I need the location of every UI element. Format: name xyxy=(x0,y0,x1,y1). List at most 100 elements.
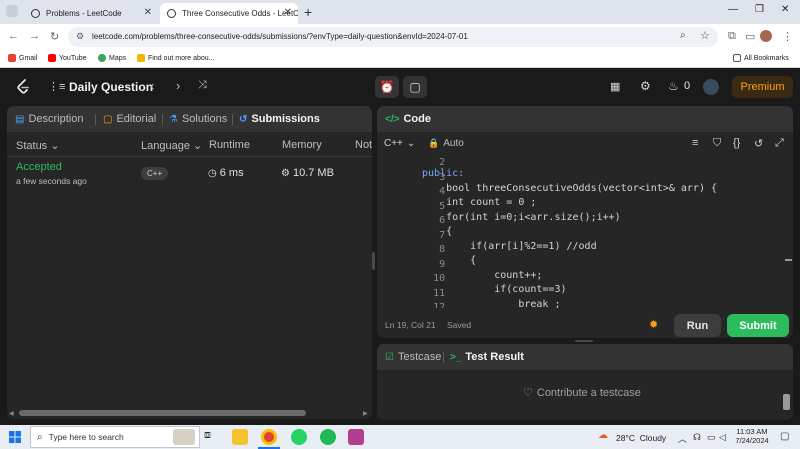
file-explorer-icon[interactable] xyxy=(232,429,248,445)
timer-icon[interactable]: ⏰ xyxy=(375,76,399,98)
language-select[interactable]: C++ ⌄ xyxy=(384,138,415,149)
code-editor[interactable]: 2 public: 3 bool threeConsecutiveOdds(ve… xyxy=(377,150,782,308)
scrollbar-thumb[interactable] xyxy=(19,410,306,416)
new-tab-button[interactable]: + xyxy=(304,4,312,20)
bookmark-gmail[interactable]: Gmail xyxy=(8,54,37,62)
chrome-icon[interactable] xyxy=(261,429,277,445)
bookmark-youtube[interactable]: YouTube xyxy=(48,54,87,62)
notes-icon[interactable]: ▢ xyxy=(403,76,427,98)
description-icon: ▤ xyxy=(15,113,25,125)
spotify-icon[interactable] xyxy=(320,429,336,445)
tab-submissions[interactable]: ↺ Submissions xyxy=(239,113,320,125)
saved-status: Saved xyxy=(447,320,472,330)
heart-icon: ♡ xyxy=(523,387,533,399)
user-avatar[interactable] xyxy=(703,79,719,95)
tab-title: Three Consecutive Odds - LeetC xyxy=(182,9,298,18)
bookmark-maps[interactable]: Maps xyxy=(98,54,126,62)
code-line: 6 { xyxy=(377,204,452,237)
code-line: 10 if(count==3) xyxy=(377,262,566,295)
app-icon[interactable] xyxy=(348,429,364,445)
shuffle-icon[interactable]: ⤨ xyxy=(198,79,207,92)
debug-bug-icon[interactable]: ✹ xyxy=(649,318,658,331)
site-info-icon[interactable]: ⚙ xyxy=(76,31,84,42)
scroll-right-icon[interactable]: ▶ xyxy=(363,410,368,417)
submission-status-accepted[interactable]: Accepted xyxy=(16,161,62,173)
battery-icon[interactable]: ▭ xyxy=(707,432,716,443)
submit-button[interactable]: Submit xyxy=(727,314,789,337)
fullscreen-icon[interactable]: ⤢ xyxy=(775,137,784,150)
weather-icon[interactable]: ☁ xyxy=(598,430,608,441)
daily-question-title[interactable]: Daily Question xyxy=(69,80,153,94)
run-button[interactable]: Run xyxy=(674,314,721,337)
auto-mode-toggle[interactable]: 🔒 Auto xyxy=(428,138,464,149)
show-hidden-icons[interactable]: ︿ xyxy=(678,432,687,445)
leetcode-logo-icon[interactable] xyxy=(16,79,30,95)
line-number: 7 xyxy=(439,229,446,241)
browser-tab-problems[interactable]: Problems - LeetCode ✕ xyxy=(24,3,158,24)
restore-icon[interactable]: ❐ xyxy=(755,4,764,15)
bookmark-find-out-more[interactable]: Find out more abou... xyxy=(137,54,215,62)
horizontal-scrollbar[interactable]: ◀ ▶ xyxy=(9,408,370,417)
back-icon[interactable]: ← xyxy=(8,30,19,42)
runtime-text: 6 ms xyxy=(219,167,244,179)
problem-list-icon[interactable]: ⋮≡ xyxy=(48,80,65,93)
scroll-left-icon[interactable]: ◀ xyxy=(9,410,14,417)
scrollbar-thumb[interactable] xyxy=(785,259,792,261)
profile-avatar[interactable] xyxy=(760,30,772,42)
close-window-icon[interactable]: ✕ xyxy=(781,4,789,15)
braces-icon[interactable]: {} xyxy=(733,137,740,149)
zoom-icon[interactable]: ⌕ xyxy=(680,30,686,41)
task-view-icon[interactable]: ⧈ xyxy=(204,429,220,445)
prev-question-icon[interactable]: ‹ xyxy=(150,78,154,93)
tab-description[interactable]: ▤ Description xyxy=(15,113,83,125)
column-status[interactable]: Status ⌄ xyxy=(16,139,59,152)
tab-testcase[interactable]: ☑ Testcase xyxy=(385,351,441,363)
auto-mode-label: Auto xyxy=(443,138,464,149)
clock[interactable]: 11:03 AM 7/24/2024 xyxy=(735,427,769,445)
minimize-icon[interactable]: — xyxy=(728,4,738,15)
reset-icon[interactable]: ↺ xyxy=(754,137,763,150)
address-bar[interactable]: ⚙ leetcode.com/problems/three-consecutiv… xyxy=(68,27,718,47)
terminal-icon: >_ xyxy=(450,351,462,363)
cursor-position: Ln 19, Col 21 xyxy=(385,320,436,330)
bookmark-favicon-icon xyxy=(137,54,145,62)
tab-search-button[interactable] xyxy=(6,5,18,17)
sidebar-icon[interactable]: ▭ xyxy=(745,30,755,43)
panel-resize-handle[interactable] xyxy=(372,252,375,270)
close-tab-icon[interactable]: ✕ xyxy=(144,7,152,18)
panel-resize-handle[interactable] xyxy=(575,340,593,342)
notifications-icon[interactable]: ▢ xyxy=(780,431,789,442)
forward-icon[interactable]: → xyxy=(29,30,40,42)
windows-start-icon[interactable] xyxy=(9,431,21,443)
next-question-icon[interactable]: › xyxy=(176,78,180,93)
whatsapp-icon[interactable] xyxy=(291,429,307,445)
lock-icon: 🔒 xyxy=(428,138,440,148)
tab-solutions[interactable]: ⚗ Solutions xyxy=(169,113,227,125)
weather-text[interactable]: 28°C Cloudy xyxy=(616,433,666,443)
tab-test-result[interactable]: >_ Test Result xyxy=(450,351,524,363)
bookmark-star-icon[interactable]: ☆ xyxy=(700,29,710,42)
network-icon[interactable]: ☊ xyxy=(693,432,701,443)
tab-editorial[interactable]: ▢ Editorial xyxy=(103,113,156,125)
volume-icon[interactable]: ◁ xyxy=(719,432,726,443)
all-bookmarks[interactable]: All Bookmarks xyxy=(733,54,789,62)
extensions-icon[interactable]: ⧉ xyxy=(728,30,736,43)
format-icon[interactable]: ≡ xyxy=(692,137,698,149)
close-tab-icon[interactable]: ✕ xyxy=(284,7,292,18)
bookmark-icon[interactable]: ⛉ xyxy=(713,137,721,150)
settings-gear-icon[interactable]: ⚙ xyxy=(640,79,651,93)
tab-label: Solutions xyxy=(181,113,228,125)
layout-icon[interactable]: ▦ xyxy=(610,80,620,93)
tab-code[interactable]: </> Code xyxy=(385,113,431,125)
column-language[interactable]: Language ⌄ xyxy=(141,139,202,152)
editor-vertical-scrollbar[interactable] xyxy=(784,150,792,308)
taskbar-search[interactable]: ⌕ Type here to search xyxy=(30,426,200,448)
browser-tab-active[interactable]: Three Consecutive Odds - LeetC ✕ xyxy=(160,3,298,24)
reload-icon[interactable]: ↻ xyxy=(50,30,59,43)
streak-flame-icon[interactable]: ♨ xyxy=(668,79,679,93)
leetcode-favicon-icon xyxy=(31,9,40,18)
menu-icon[interactable]: ⋮ xyxy=(782,30,793,43)
contribute-testcase-link[interactable]: ♡ Contribute a testcase xyxy=(523,386,641,400)
premium-button[interactable]: Premium xyxy=(732,76,793,98)
test-panel-scrollbar[interactable] xyxy=(783,394,790,410)
